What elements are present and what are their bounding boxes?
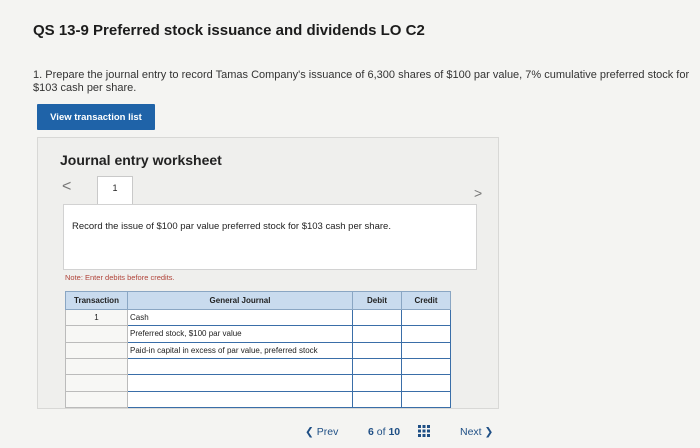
header-credit: Credit <box>401 291 451 310</box>
account-select[interactable] <box>127 374 353 392</box>
transaction-cell <box>65 374 128 392</box>
header-transaction: Transaction <box>65 291 128 310</box>
debit-input[interactable] <box>352 308 402 327</box>
debit-input[interactable] <box>352 374 402 392</box>
journal-table: Transaction General Journal Debit Credit… <box>65 291 451 409</box>
credit-input[interactable] <box>401 374 451 392</box>
note-text: Note: Enter debits before credits. <box>65 273 175 282</box>
header-general-journal: General Journal <box>127 291 353 310</box>
prev-label: Prev <box>316 426 339 438</box>
table-row: Preferred stock, $100 par value <box>65 325 451 343</box>
journal-header-row: Transaction General Journal Debit Credit <box>65 291 451 310</box>
credit-input[interactable] <box>401 308 451 327</box>
table-row <box>65 357 451 376</box>
table-row: 1 Cash <box>65 308 451 327</box>
credit-input[interactable] <box>401 390 451 409</box>
account-select[interactable] <box>127 390 353 409</box>
transaction-cell: 1 <box>65 308 128 327</box>
table-row <box>65 374 451 392</box>
table-row <box>65 390 451 409</box>
chevron-left-icon: ❮ <box>305 426 314 438</box>
worksheet-next-arrow-icon[interactable]: > <box>474 185 482 201</box>
total-pages: 10 <box>388 426 401 438</box>
account-select[interactable]: Preferred stock, $100 par value <box>127 325 353 343</box>
current-page: 6 <box>368 426 374 438</box>
credit-input[interactable] <box>401 357 451 376</box>
transaction-cell <box>65 390 128 409</box>
prev-button[interactable]: ❮ Prev <box>305 426 338 438</box>
account-select[interactable]: Cash <box>127 308 353 327</box>
worksheet-prev-arrow-icon[interactable]: < <box>62 178 71 196</box>
description-box <box>63 204 477 270</box>
account-select[interactable] <box>127 357 353 376</box>
account-select[interactable]: Paid-in capital in excess of par value, … <box>127 341 353 359</box>
transaction-cell <box>65 325 128 343</box>
header-debit: Debit <box>352 291 402 310</box>
transaction-cell <box>65 357 128 376</box>
debit-input[interactable] <box>352 325 402 343</box>
debit-input[interactable] <box>352 390 402 409</box>
credit-input[interactable] <box>401 341 451 359</box>
debit-input[interactable] <box>352 357 402 376</box>
debit-input[interactable] <box>352 341 402 359</box>
worksheet-tab-1[interactable]: 1 <box>97 176 133 204</box>
worksheet-title: Journal entry worksheet <box>60 152 222 168</box>
entry-description: Record the issue of $100 par value prefe… <box>72 221 391 232</box>
table-row: Paid-in capital in excess of par value, … <box>65 341 451 359</box>
next-label: Next <box>460 426 482 438</box>
credit-input[interactable] <box>401 325 451 343</box>
view-transaction-list-button[interactable]: View transaction list <box>37 104 155 130</box>
chevron-right-icon: ❯ <box>484 426 494 438</box>
page-title: QS 13-9 Preferred stock issuance and div… <box>33 22 425 39</box>
next-button[interactable]: Next ❯ <box>460 426 493 438</box>
transaction-cell <box>65 341 128 359</box>
of-label: of <box>376 426 386 438</box>
question-text: 1. Prepare the journal entry to record T… <box>33 69 690 94</box>
page-indicator: 6 of 10 <box>368 426 400 438</box>
grid-icon[interactable] <box>418 425 430 437</box>
